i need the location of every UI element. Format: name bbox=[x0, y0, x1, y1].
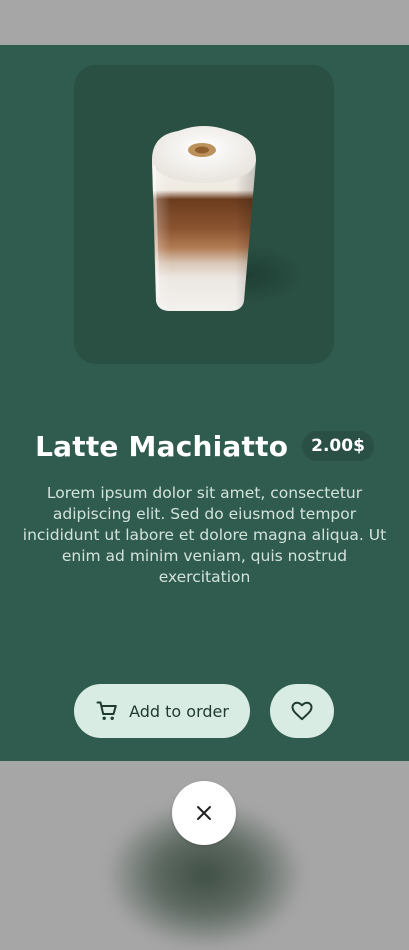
latte-glass-image bbox=[152, 126, 304, 311]
product-image bbox=[74, 65, 334, 364]
product-detail-card: Latte Machiatto 2.00$ Lorem ipsum dolor … bbox=[0, 45, 409, 761]
add-to-order-label: Add to order bbox=[129, 701, 229, 721]
close-icon bbox=[195, 804, 213, 822]
close-button[interactable] bbox=[172, 781, 236, 845]
heart-icon bbox=[290, 699, 314, 723]
product-title: Latte Machiatto bbox=[35, 429, 289, 463]
title-row: Latte Machiatto 2.00$ bbox=[0, 426, 409, 466]
cart-icon bbox=[95, 699, 119, 723]
price-badge: 2.00$ bbox=[302, 431, 374, 461]
product-description: Lorem ipsum dolor sit amet, consectetur … bbox=[22, 484, 387, 586]
favorite-button[interactable] bbox=[270, 684, 334, 738]
add-to-order-button[interactable]: Add to order bbox=[74, 684, 250, 738]
